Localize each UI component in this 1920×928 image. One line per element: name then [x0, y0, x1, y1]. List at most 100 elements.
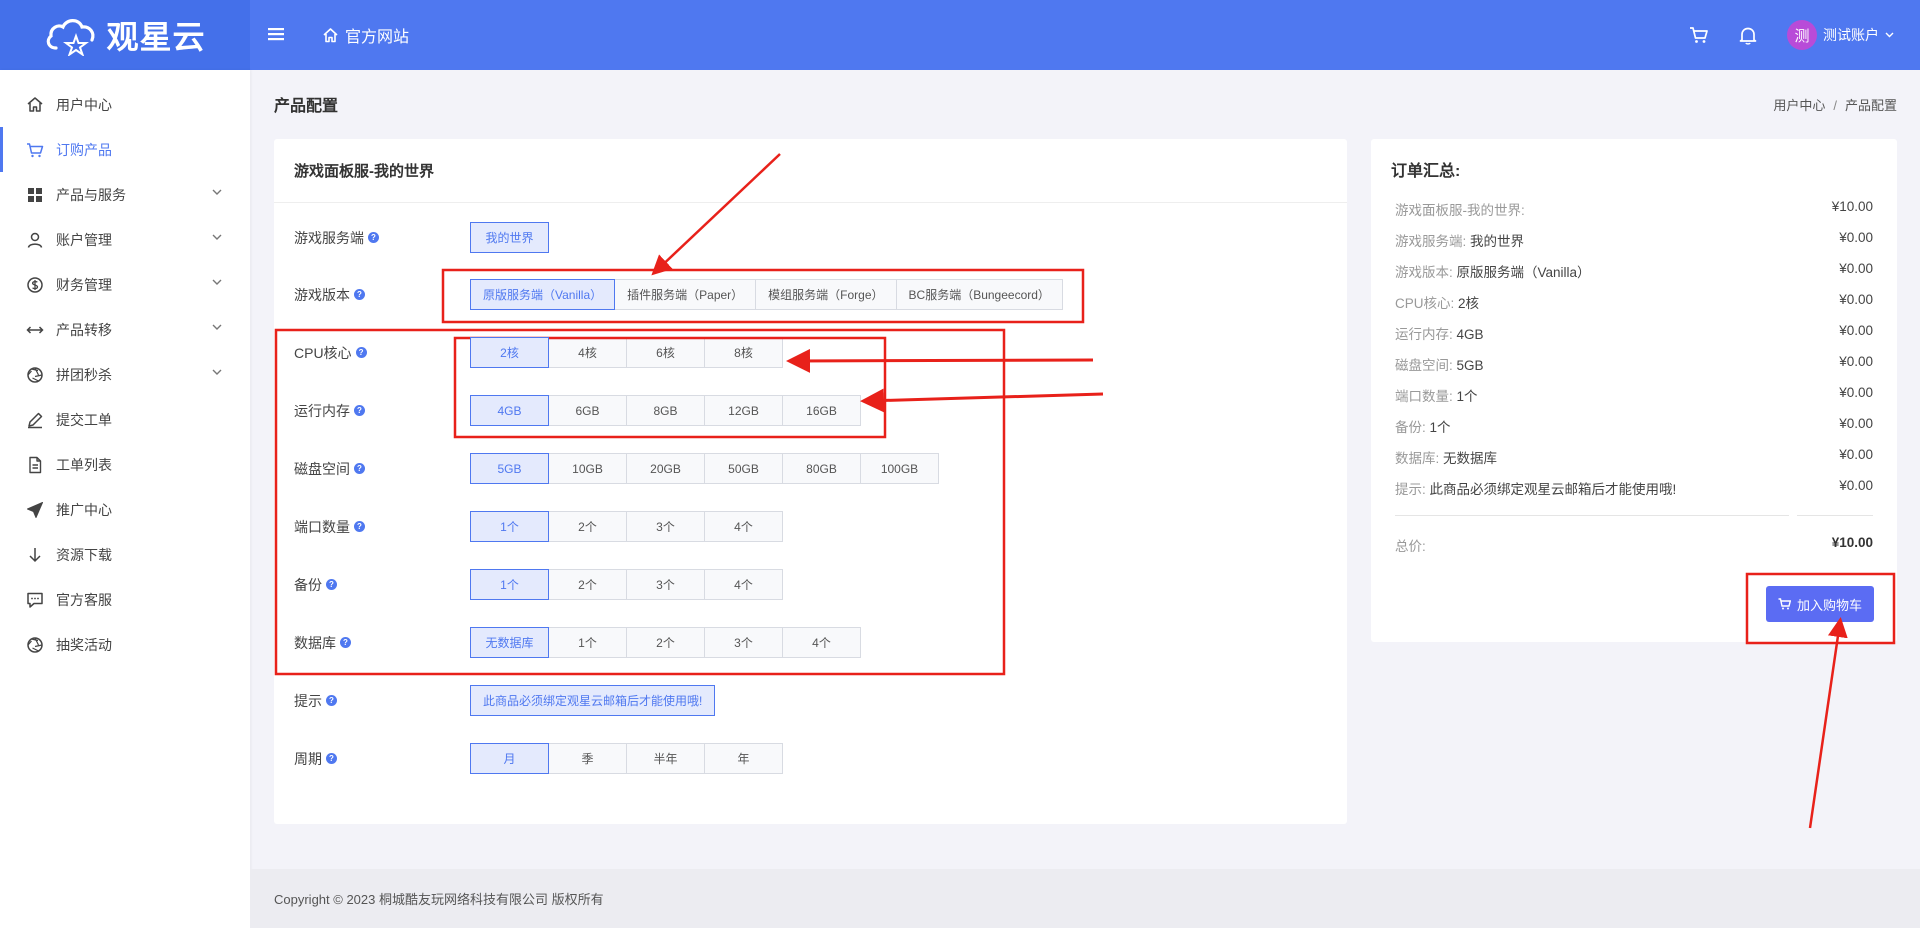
summary-price: ¥0.00	[1839, 447, 1873, 462]
page-title: 产品配置	[274, 98, 339, 115]
option-button[interactable]: 100GB	[860, 453, 939, 484]
option-button[interactable]: 此商品必须绑定观星云邮箱后才能使用哦!	[470, 685, 716, 716]
sidebar-item[interactable]: 产品与服务	[0, 172, 250, 217]
summary-value: 4GB	[1456, 327, 1484, 342]
user-menu[interactable]: 测 测试账户	[1787, 20, 1894, 50]
help-icon[interactable]: ?	[355, 347, 367, 358]
summary-price: ¥0.00	[1839, 385, 1873, 400]
config-row: 提示? 此商品必须绑定观星云邮箱后才能使用哦!	[294, 685, 716, 716]
option-button[interactable]: 4GB	[470, 395, 549, 426]
sidebar-item[interactable]: 官方客服	[0, 577, 250, 622]
sidebar-item[interactable]: 账户管理	[0, 217, 250, 262]
sidebar-item[interactable]: 用户中心	[0, 82, 250, 127]
summary-value: 原版服务端（Vanilla）	[1456, 265, 1591, 280]
option-button[interactable]: 3个	[626, 569, 705, 600]
sidebar-item[interactable]: 工单列表	[0, 442, 250, 487]
bell-icon[interactable]	[1739, 26, 1757, 45]
summary-value: 1个	[1429, 420, 1451, 435]
option-button[interactable]: BC服务端（Bungeecord）	[895, 279, 1063, 310]
summary-divider	[1395, 515, 1789, 516]
option-button[interactable]: 3个	[626, 511, 705, 542]
option-button[interactable]: 12GB	[704, 395, 783, 426]
option-button[interactable]: 6GB	[548, 395, 627, 426]
help-icon[interactable]: ?	[340, 637, 351, 648]
sidebar-item-label: 用户中心	[56, 96, 112, 113]
summary-key: 运行内存:	[1395, 327, 1453, 342]
option-group: 我的世界	[470, 222, 549, 253]
option-button[interactable]: 2个	[548, 511, 627, 542]
option-button[interactable]: 2个	[548, 569, 627, 600]
summary-row: 数据库: 无数据库 ¥0.00	[1395, 447, 1873, 467]
sidebar-item[interactable]: 推广中心	[0, 487, 250, 532]
sidebar-item[interactable]: 提交工单	[0, 397, 250, 442]
option-button[interactable]: 插件服务端（Paper）	[614, 279, 757, 310]
option-group: 无数据库 1个 2个 3个 4个	[470, 627, 861, 658]
sidebar-item[interactable]: 订购产品	[0, 127, 250, 172]
summary-key: 游戏版本:	[1395, 265, 1453, 280]
option-button[interactable]: 4个	[782, 627, 861, 658]
option-button[interactable]: 4核	[548, 337, 627, 368]
official-site-link[interactable]: 官方网站	[322, 23, 409, 47]
help-icon[interactable]: ?	[354, 289, 365, 300]
copyright-text: Copyright © 2023 桐城酷友玩网络科技有限公司 版权所有	[274, 892, 604, 907]
sidebar-item[interactable]: 资源下载	[0, 532, 250, 577]
sidebar-item[interactable]: 拼团秒杀	[0, 352, 250, 397]
summary-row: CPU核心: 2核 ¥0.00	[1395, 292, 1873, 312]
summary-row: 提示: 此商品必须绑定观星云邮箱后才能使用哦! ¥0.00	[1395, 478, 1873, 498]
option-button[interactable]: 8GB	[626, 395, 705, 426]
option-button[interactable]: 20GB	[626, 453, 705, 484]
option-group: 原版服务端（Vanilla） 插件服务端（Paper） 模组服务端（Forge） BC…	[470, 279, 1063, 310]
cart-icon[interactable]	[1689, 26, 1709, 44]
grid-icon	[26, 186, 44, 204]
option-button[interactable]: 8核	[704, 337, 783, 368]
logo[interactable]: 观星云	[0, 0, 250, 70]
sidebar-item-label: 资源下载	[56, 546, 112, 563]
summary-row: 游戏服务端: 我的世界 ¥0.00	[1395, 230, 1873, 250]
summary-key: 数据库:	[1395, 451, 1440, 466]
config-row-label: CPU核心?	[294, 343, 470, 363]
config-row-label: 备份?	[294, 575, 470, 595]
option-button[interactable]: 1个	[548, 627, 627, 658]
help-icon[interactable]: ?	[354, 463, 365, 474]
total-price: ¥10.00	[1831, 535, 1873, 550]
option-button[interactable]: 月	[470, 743, 549, 774]
menu-toggle-icon[interactable]	[268, 24, 284, 47]
help-icon[interactable]: ?	[326, 579, 337, 590]
add-to-cart-button[interactable]: 加入购物车	[1766, 586, 1874, 622]
summary-key: CPU核心:	[1395, 296, 1455, 311]
option-button[interactable]: 2核	[470, 337, 549, 368]
option-button[interactable]: 10GB	[548, 453, 627, 484]
option-button[interactable]: 原版服务端（Vanilla）	[470, 279, 616, 310]
option-button[interactable]: 2个	[626, 627, 705, 658]
option-button[interactable]: 4个	[704, 569, 783, 600]
option-button[interactable]: 80GB	[782, 453, 861, 484]
option-button[interactable]: 我的世界	[470, 222, 549, 253]
option-button[interactable]: 季	[548, 743, 627, 774]
option-button[interactable]: 5GB	[470, 453, 549, 484]
option-button[interactable]: 1个	[470, 569, 549, 600]
option-button[interactable]: 半年	[626, 743, 705, 774]
help-icon[interactable]: ?	[326, 695, 337, 706]
option-button[interactable]: 6核	[626, 337, 705, 368]
breadcrumb: 用户中心 / 产品配置	[1773, 98, 1897, 113]
help-icon[interactable]: ?	[368, 232, 379, 243]
option-button[interactable]: 4个	[704, 511, 783, 542]
help-icon[interactable]: ?	[326, 753, 337, 764]
sidebar-item[interactable]: 财务管理	[0, 262, 250, 307]
row-label-text: CPU核心	[294, 344, 352, 361]
sidebar-item[interactable]: 抽奖活动	[0, 622, 250, 667]
option-button[interactable]: 50GB	[704, 453, 783, 484]
sidebar-item[interactable]: 产品转移	[0, 307, 250, 352]
option-button[interactable]: 年	[704, 743, 783, 774]
user-name: 测试账户	[1823, 27, 1879, 43]
option-button[interactable]: 无数据库	[470, 627, 549, 658]
option-button[interactable]: 16GB	[782, 395, 861, 426]
summary-price: ¥0.00	[1839, 354, 1873, 369]
option-button[interactable]: 1个	[470, 511, 549, 542]
option-button[interactable]: 模组服务端（Forge）	[755, 279, 897, 310]
breadcrumb-home[interactable]: 用户中心	[1773, 98, 1825, 113]
option-button[interactable]: 3个	[704, 627, 783, 658]
help-icon[interactable]: ?	[354, 405, 365, 416]
option-group: 4GB 6GB 8GB 12GB 16GB	[470, 395, 861, 426]
help-icon[interactable]: ?	[354, 521, 365, 532]
